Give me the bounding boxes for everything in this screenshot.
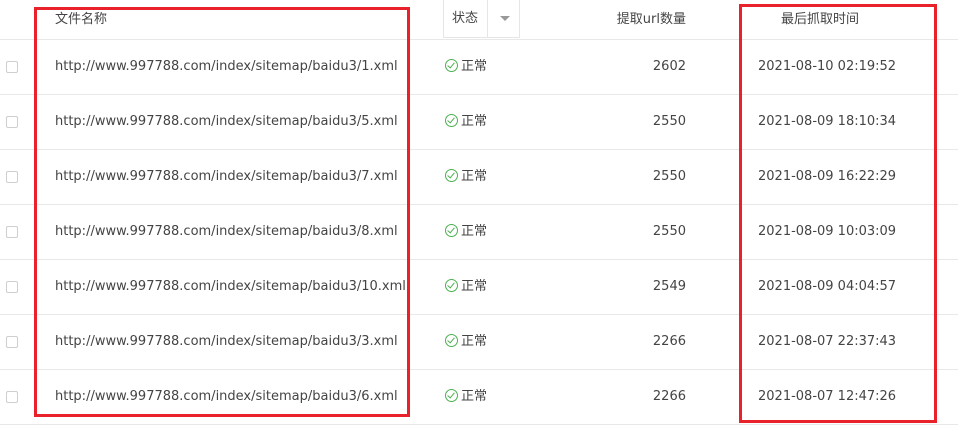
table-row: http://www.997788.com/index/sitemap/baid… (0, 40, 958, 95)
check-circle-icon (445, 59, 458, 72)
file-name-cell[interactable]: http://www.997788.com/index/sitemap/baid… (55, 370, 398, 424)
crawl-time-cell: 2021-08-09 10:03:09 (758, 224, 897, 239)
row-checkbox[interactable] (6, 171, 18, 183)
url-count-cell: 2266 (652, 389, 686, 404)
status-cell: 正常 (445, 40, 487, 94)
status-cell: 正常 (445, 95, 487, 149)
table-header: 文件名称 状态 提取url数量 最后抓取时间 (0, 0, 958, 40)
crawl-time-cell: 2021-08-10 02:19:52 (758, 59, 897, 74)
column-header-url-count: 提取url数量 (616, 12, 686, 27)
table-row: http://www.997788.com/index/sitemap/baid… (0, 150, 958, 205)
status-cell: 正常 (445, 315, 487, 369)
url-count-cell: 2550 (652, 224, 686, 239)
column-header-file-name: 文件名称 (55, 12, 108, 27)
row-checkbox[interactable] (6, 61, 18, 73)
status-text: 正常 (461, 114, 488, 129)
url-count-cell: 2550 (652, 114, 686, 129)
status-text: 正常 (461, 169, 488, 184)
filter-divider (487, 0, 488, 38)
table-row: http://www.997788.com/index/sitemap/baid… (0, 205, 958, 260)
row-checkbox[interactable] (6, 116, 18, 128)
sitemap-table: 文件名称 状态 提取url数量 最后抓取时间 http://www.997788… (0, 0, 958, 432)
row-checkbox[interactable] (6, 226, 18, 238)
row-checkbox[interactable] (6, 336, 18, 348)
url-count-cell: 2550 (652, 169, 686, 184)
status-text: 正常 (461, 334, 488, 349)
status-cell: 正常 (445, 260, 487, 314)
status-text: 正常 (461, 59, 488, 74)
check-circle-icon (445, 279, 458, 292)
crawl-time-cell: 2021-08-07 12:47:26 (758, 389, 897, 404)
status-text: 正常 (461, 389, 488, 404)
crawl-time-cell: 2021-08-09 18:10:34 (758, 114, 897, 129)
check-circle-icon (445, 169, 458, 182)
file-name-cell[interactable]: http://www.997788.com/index/sitemap/baid… (55, 260, 406, 314)
file-name-cell[interactable]: http://www.997788.com/index/sitemap/baid… (55, 315, 398, 369)
check-circle-icon (445, 114, 458, 127)
crawl-time-cell: 2021-08-07 22:37:43 (758, 334, 897, 349)
url-count-cell: 2602 (652, 59, 686, 74)
url-count-cell: 2266 (652, 334, 686, 349)
table-row: http://www.997788.com/index/sitemap/baid… (0, 95, 958, 150)
row-checkbox[interactable] (6, 391, 18, 403)
file-name-cell[interactable]: http://www.997788.com/index/sitemap/baid… (55, 40, 398, 94)
file-name-cell[interactable]: http://www.997788.com/index/sitemap/baid… (55, 205, 398, 259)
table-row: http://www.997788.com/index/sitemap/baid… (0, 370, 958, 425)
file-name-cell[interactable]: http://www.997788.com/index/sitemap/baid… (55, 150, 398, 204)
status-text: 正常 (461, 279, 488, 294)
status-cell: 正常 (445, 150, 487, 204)
status-cell: 正常 (445, 205, 487, 259)
check-circle-icon (445, 334, 458, 347)
table-row: http://www.997788.com/index/sitemap/baid… (0, 260, 958, 315)
crawl-time-cell: 2021-08-09 16:22:29 (758, 169, 897, 184)
status-filter-dropdown[interactable]: 状态 (443, 0, 520, 38)
status-cell: 正常 (445, 370, 487, 424)
crawl-time-cell: 2021-08-09 04:04:57 (758, 279, 897, 294)
row-checkbox[interactable] (6, 281, 18, 293)
url-count-cell: 2549 (652, 279, 686, 294)
column-header-status: 状态 (452, 11, 479, 26)
column-header-last-crawl-time: 最后抓取时间 (781, 12, 860, 27)
table-row: http://www.997788.com/index/sitemap/baid… (0, 315, 958, 370)
check-circle-icon (445, 389, 458, 402)
file-name-cell[interactable]: http://www.997788.com/index/sitemap/baid… (55, 95, 398, 149)
chevron-down-icon[interactable] (500, 16, 510, 21)
status-text: 正常 (461, 224, 488, 239)
check-circle-icon (445, 224, 458, 237)
